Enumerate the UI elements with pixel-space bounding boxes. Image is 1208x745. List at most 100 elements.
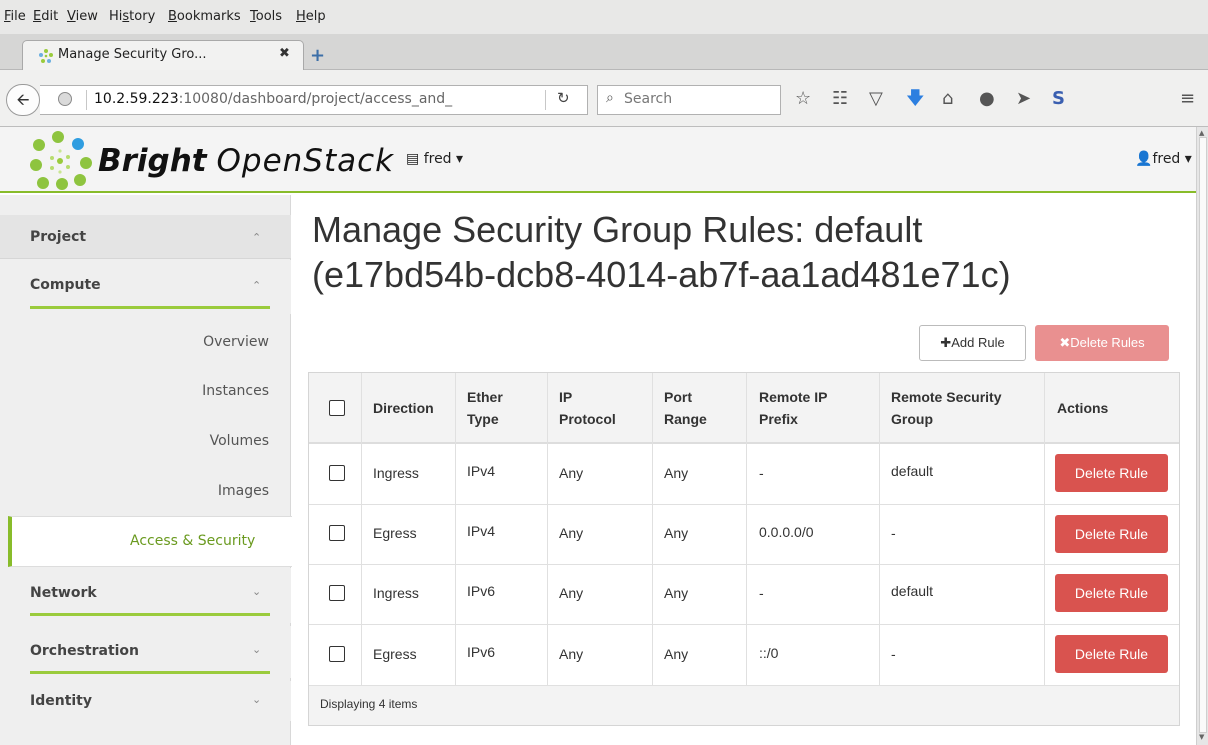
browser-menubar: File Edit View History Bookmarks Tools H…	[0, 0, 1208, 34]
orchestration-underline	[30, 671, 270, 674]
cell-port-range: Any	[664, 585, 689, 601]
menu-file[interactable]: File	[4, 9, 26, 24]
pocket-icon[interactable]: ▽	[869, 88, 883, 110]
col-header-port-range[interactable]: Port Range	[664, 386, 707, 430]
user-icon: 👤	[1135, 151, 1153, 167]
item-count: Displaying 4 items	[320, 697, 418, 711]
delete-rule-button[interactable]: Delete Rule	[1055, 635, 1168, 673]
scroll-up-icon[interactable]: ▲	[1199, 129, 1204, 137]
tab-close-icon[interactable]: ✖	[279, 46, 290, 61]
cell-ip-protocol: Any	[559, 646, 584, 662]
cell-direction: Ingress	[373, 465, 419, 481]
menu-edit[interactable]: Edit	[33, 9, 58, 24]
col-header-remote-security-group[interactable]: Remote Security Group	[891, 386, 1001, 430]
project-switcher[interactable]: ▤ fred ▾	[406, 151, 463, 167]
col-divider	[1044, 373, 1045, 685]
network-underline	[30, 613, 270, 616]
select-all-checkbox[interactable]	[329, 400, 345, 416]
browser-tab-title: Manage Security Gro...	[58, 47, 207, 62]
page-scrollbar[interactable]: ▲ ▼	[1196, 127, 1208, 745]
menu-history[interactable]: History	[109, 9, 155, 24]
col-divider	[879, 373, 880, 685]
sidebar-item-volumes[interactable]: Volumes	[0, 433, 291, 449]
row-divider	[309, 624, 1179, 625]
delete-rule-button[interactable]: Delete Rule	[1055, 515, 1168, 553]
col-divider	[361, 373, 362, 685]
cell-direction: Egress	[373, 646, 417, 662]
col-header-ether-type[interactable]: Ether Type	[467, 386, 503, 430]
menu-tools[interactable]: Tools	[250, 9, 282, 24]
new-tab-icon[interactable]: +	[310, 45, 325, 66]
search-icon: ⌕	[606, 90, 614, 106]
openstack-favicon-icon	[39, 49, 53, 63]
caret-down-icon: ▾	[1184, 151, 1192, 167]
col-divider	[652, 373, 653, 685]
chevron-up-icon: ⌃	[252, 231, 262, 244]
addon-s-icon[interactable]: S	[1052, 88, 1065, 110]
cell-port-range: Any	[664, 465, 689, 481]
cell-ether-type: IPv6	[467, 583, 496, 599]
row-checkbox[interactable]	[329, 465, 345, 481]
back-arrow-icon[interactable]: 🡨	[6, 84, 40, 116]
chevron-down-icon: ⌄	[252, 643, 262, 656]
col-divider	[547, 373, 548, 685]
col-divider	[455, 373, 456, 685]
sidebar-section-project[interactable]: Project ⌃	[0, 215, 291, 259]
scroll-down-icon[interactable]: ▼	[1199, 733, 1204, 741]
row-divider	[309, 564, 1179, 565]
cell-remote-ip: ::/0	[759, 645, 779, 661]
delete-rule-button[interactable]: Delete Rule	[1055, 454, 1168, 492]
bookmark-star-icon[interactable]: ☆	[795, 88, 811, 110]
menu-view[interactable]: View	[67, 9, 98, 24]
reading-list-icon[interactable]: ☷	[832, 88, 848, 110]
sidebar-item-access-security-label: Access & Security	[130, 533, 256, 549]
sidebar-section-identity[interactable]: Identity ⌄	[0, 681, 291, 721]
chevron-down-icon: ⌄	[252, 693, 262, 706]
row-divider	[309, 504, 1179, 505]
reload-icon[interactable]: ↻	[557, 89, 570, 107]
col-header-remote-ip-prefix[interactable]: Remote IP Prefix	[759, 386, 827, 430]
cell-remote-group: default	[891, 463, 934, 479]
compute-underline	[30, 306, 270, 309]
chat-icon[interactable]: ●	[979, 88, 995, 110]
row-checkbox[interactable]	[329, 525, 345, 541]
plus-icon: ✚	[940, 335, 952, 350]
col-header-ip-protocol[interactable]: IP Protocol	[559, 386, 616, 430]
col-header-actions: Actions	[1057, 400, 1109, 416]
table-header	[309, 373, 1179, 444]
cell-ether-type: IPv6	[467, 644, 496, 660]
menu-bookmarks[interactable]: Bookmarks	[168, 9, 241, 24]
row-checkbox[interactable]	[329, 585, 345, 601]
downloads-icon[interactable]: 🡇	[906, 88, 925, 110]
cell-direction: Egress	[373, 525, 417, 541]
row-checkbox[interactable]	[329, 646, 345, 662]
cell-remote-ip: 0.0.0.0/0	[759, 524, 814, 540]
cell-ip-protocol: Any	[559, 585, 584, 601]
cell-remote-ip: -	[759, 465, 764, 481]
menu-help[interactable]: Help	[296, 9, 326, 24]
cell-port-range: Any	[664, 646, 689, 662]
sidebar-item-instances[interactable]: Instances	[0, 383, 291, 399]
caret-down-icon: ▾	[456, 151, 464, 167]
cell-ip-protocol: Any	[559, 465, 584, 481]
user-menu[interactable]: 👤fred ▾	[1135, 151, 1192, 167]
url-dropdown-separator	[545, 90, 546, 110]
delete-rules-button[interactable]: ✖Delete Rules	[1035, 325, 1169, 361]
project-list-icon: ▤	[406, 151, 420, 167]
sidebar-item-overview[interactable]: Overview	[0, 334, 291, 350]
cell-direction: Ingress	[373, 585, 419, 601]
cell-remote-group: -	[891, 525, 896, 541]
home-icon[interactable]: ⌂	[942, 88, 953, 110]
brand-title[interactable]: Bright OpenStack	[98, 143, 394, 179]
add-rule-button[interactable]: ✚Add Rule	[919, 325, 1026, 361]
scrollbar-thumb[interactable]	[1199, 137, 1207, 733]
col-header-direction[interactable]: Direction	[373, 397, 434, 419]
globe-icon	[58, 92, 72, 106]
url-text[interactable]: 10.2.59.223:10080/dashboard/project/acce…	[94, 91, 452, 107]
sidebar-item-images[interactable]: Images	[0, 483, 291, 499]
bright-logo-icon	[30, 131, 92, 190]
send-icon[interactable]: ➤	[1016, 88, 1031, 110]
close-icon: ✖	[1059, 335, 1071, 350]
hamburger-menu-icon[interactable]: ≡	[1180, 88, 1195, 110]
delete-rule-button[interactable]: Delete Rule	[1055, 574, 1168, 612]
